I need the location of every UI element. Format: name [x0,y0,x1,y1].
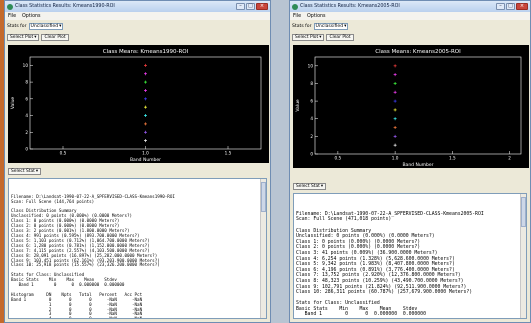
class-stats-window-1990[interactable]: Class Statistics Results: Kmeans1990-ROI… [4,0,271,323]
chevron-down-icon: ▾ [59,24,62,29]
plot-buttons: Select Plot ▾ Clear Plot [7,34,69,41]
chart-title: Class Means: Kmeans2005-ROI [375,49,461,55]
x-tick-label: 0.5 [335,156,342,161]
app-icon [7,3,13,10]
scrollbar-thumb[interactable] [521,197,526,227]
minimize-button[interactable]: – [236,3,245,10]
select-plot-label: Select Plot [295,34,319,40]
stats-report-text[interactable]: Filename: D:\Landsat-1990-07-22-A_SPFERV… [8,178,267,319]
stats-for-value: Unclassified [315,24,344,29]
x-tick-label: 1.5 [225,151,232,156]
menu-bar: File Options [5,12,270,20]
stats-for-dropdown[interactable]: Unclassified ▾ [28,23,64,30]
maximize-button[interactable]: □ [246,3,255,10]
vertical-scrollbar[interactable] [520,194,526,318]
x-axis-label: Band Number [130,157,161,163]
x-tick-label: 2 [508,156,511,161]
y-tick-label: 6 [25,96,28,101]
select-stat-row: Select Stat ▾ [293,183,327,190]
class-means-plot[interactable]: Class Means: Kmeans2005-ROI Value Band Num… [293,45,529,168]
plot-frame [29,56,262,150]
title-bar[interactable]: Class Statistics Results: Kmeans1990-ROI… [5,1,270,12]
y-tick-label: 6 [310,99,313,104]
chart-title: Class Means: Kmeans1990-ROI [103,49,189,55]
scrollbar-thumb[interactable] [261,182,266,212]
y-tick-label: 10 [23,63,29,68]
report-line: 4 0 0 -NaN -NaN [11,316,143,319]
chevron-down-icon: ▾ [35,168,39,174]
menu-options[interactable]: Options [307,14,326,19]
minimize-button[interactable]: – [496,3,505,10]
clear-plot-label: Clear Plot [329,34,351,40]
class-means-chart: Class Means: Kmeans2005-ROI Value Band Num… [295,49,522,168]
clear-plot-button[interactable]: Clear Plot [326,34,354,41]
stats-for-dropdown[interactable]: Unclassified ▾ [313,23,349,30]
plot-buttons: Select Plot ▾ Clear Plot [292,34,354,41]
y-tick-label: 8 [310,81,313,86]
y-axis-label: Value [10,97,16,110]
menu-file[interactable]: File [8,14,16,19]
x-tick-label: 1.0 [142,151,149,156]
menu-file[interactable]: File [293,14,301,19]
stats-for-label: Stats for [292,24,312,29]
select-plot-button[interactable]: Select Plot ▾ [7,34,40,41]
x-tick-label: 0.5 [60,151,67,156]
maximize-button[interactable]: □ [506,3,515,10]
x-axis-label: Band Number [402,162,433,168]
class-means-chart: Class Means: Kmeans1990-ROI Value Band Num… [10,49,262,163]
y-axis-label: Value [295,99,301,112]
stats-for-label: Stats for [7,24,27,29]
y-tick-label: 4 [310,116,313,121]
window-title: Class Statistics Results: Kmeans1990-ROI [15,4,115,9]
y-tick-label: 2 [310,134,313,139]
plot-frame [314,56,522,155]
chevron-down-icon: ▾ [319,34,322,40]
report-line [296,318,524,319]
stats-report-text[interactable]: Filename: D:\Landsat-1990-07-22-A_SPFERV… [293,193,527,319]
title-bar[interactable]: Class Statistics Results: Kmeans2005-ROI… [290,1,530,12]
stats-for-value: Unclassified [30,24,59,29]
menu-bar: File Options [290,12,530,20]
y-tick-label: 0 [25,147,28,152]
select-stat-row: Select Stat ▾ [8,168,42,175]
chevron-down-icon: ▾ [320,183,324,189]
vertical-scrollbar[interactable] [260,179,266,318]
y-tick-label: 10 [308,63,314,68]
select-stat-label: Select Stat [11,168,35,174]
select-stat-button[interactable]: Select Stat ▾ [293,183,327,190]
close-button[interactable]: × [516,3,528,10]
select-plot-button[interactable]: Select Plot ▾ [292,34,325,41]
stats-for-row: Stats for Unclassified ▾ [292,23,349,30]
y-tick-label: 0 [310,152,313,157]
stats-for-row: Stats for Unclassified ▾ [7,23,64,30]
clear-plot-button[interactable]: Clear Plot [41,34,69,41]
select-stat-label: Select Stat [296,183,320,189]
clear-plot-label: Clear Plot [44,34,66,40]
x-tick-label: 1.0 [392,156,399,161]
y-tick-label: 8 [25,80,28,85]
chevron-down-icon: ▾ [344,24,347,29]
class-stats-window-2005[interactable]: Class Statistics Results: Kmeans2005-ROI… [289,0,531,323]
select-plot-label: Select Plot [10,34,34,40]
class-means-plot[interactable]: Class Means: Kmeans1990-ROI Value Band Num… [8,45,269,163]
close-button[interactable]: × [256,3,268,10]
menu-options[interactable]: Options [22,14,41,19]
select-stat-button[interactable]: Select Stat ▾ [8,168,42,175]
x-tick-label: 1.5 [449,156,456,161]
window-title: Class Statistics Results: Kmeans2005-ROI [300,4,400,9]
y-tick-label: 4 [25,113,28,118]
y-tick-label: 2 [25,130,28,135]
chevron-down-icon: ▾ [34,34,37,40]
app-icon [292,3,298,10]
